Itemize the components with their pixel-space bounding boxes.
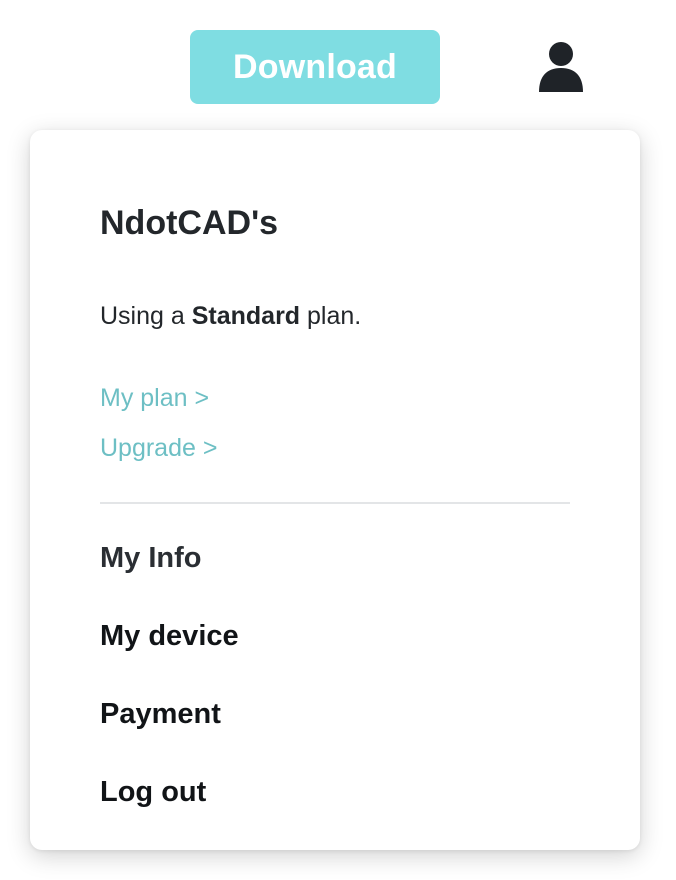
plan-suffix: plan. — [300, 302, 362, 330]
user-icon[interactable] — [537, 40, 585, 92]
menu-item-log-out[interactable]: Log out — [100, 776, 206, 809]
menu-item-my-device[interactable]: My device — [100, 620, 239, 653]
divider — [100, 502, 570, 504]
plan-status: Using a Standard plan. — [100, 302, 361, 331]
upgrade-link[interactable]: Upgrade > — [100, 434, 217, 463]
menu-item-payment[interactable]: Payment — [100, 698, 221, 731]
download-button[interactable]: Download — [190, 30, 440, 104]
account-name: NdotCAD's — [100, 204, 279, 242]
account-dropdown: NdotCAD's Using a Standard plan. My plan… — [30, 130, 640, 850]
menu-item-my-info[interactable]: My Info — [100, 542, 202, 575]
plan-name: Standard — [191, 302, 301, 330]
plan-prefix: Using a — [100, 302, 192, 330]
my-plan-link[interactable]: My plan > — [100, 384, 209, 413]
